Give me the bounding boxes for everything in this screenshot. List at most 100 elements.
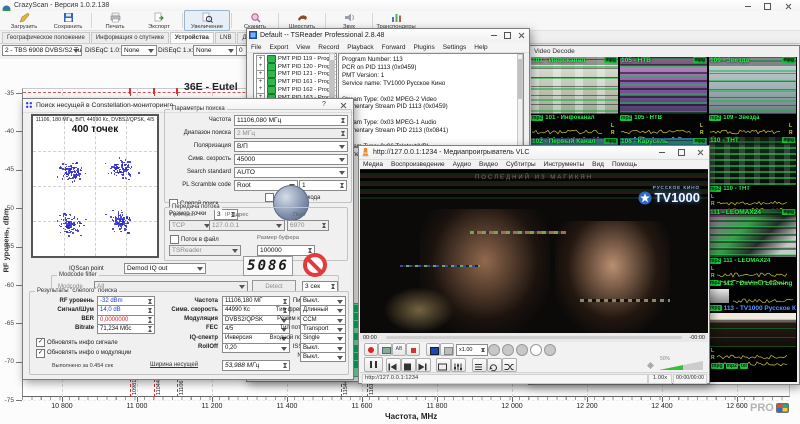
- menu-plugins[interactable]: Plugins: [409, 44, 438, 51]
- menu-export[interactable]: Export: [265, 44, 292, 51]
- dvd-nav-left-button[interactable]: [516, 344, 528, 356]
- vlc-status-rate[interactable]: 1.00x: [648, 374, 672, 384]
- decode-video-109[interactable]: [709, 57, 796, 114]
- toolbar-open-button[interactable]: Загрузить: [2, 11, 46, 30]
- update-info-checkbox[interactable]: ✓Обновлять инфо о модуляции: [36, 349, 131, 358]
- decode-video-105[interactable]: [620, 57, 707, 114]
- diseqc10-select[interactable]: None: [121, 45, 157, 56]
- shuffle-button[interactable]: [502, 358, 517, 372]
- vlc-menu-воспроизведение[interactable]: Воспроизведение: [387, 161, 449, 168]
- iqscan-select[interactable]: Demod IQ out: [124, 263, 206, 274]
- ab-loop-button[interactable]: AB: [392, 343, 406, 356]
- ip-select[interactable]: 127.0.0.1: [209, 220, 285, 231]
- toolbar-separator: [325, 13, 326, 28]
- menu-view[interactable]: View: [292, 44, 314, 51]
- tsreader-maximize-button[interactable]: [500, 29, 515, 41]
- param-select[interactable]: 45000: [234, 154, 348, 165]
- fullscreen-button[interactable]: [436, 358, 451, 372]
- param-label: Симв. скорость: [167, 156, 231, 162]
- vlc-maximize-button[interactable]: [674, 146, 689, 158]
- previous-button[interactable]: [386, 358, 401, 372]
- snapshot-button[interactable]: [378, 343, 392, 356]
- stop-playback-button[interactable]: [401, 358, 416, 372]
- toolbar-print-button[interactable]: Печать: [93, 11, 137, 30]
- toolbar-export-button[interactable]: Экспорт: [137, 11, 181, 30]
- vlc-menu-медиа[interactable]: Медиа: [359, 161, 387, 168]
- frame-button[interactable]: [406, 343, 420, 356]
- tsreader-app-icon: [249, 31, 257, 41]
- menu-settings[interactable]: Settings: [439, 44, 471, 51]
- toolbar-save-button[interactable]: Сохранить: [46, 11, 90, 30]
- teletext-button[interactable]: [440, 343, 454, 356]
- extended-settings-button[interactable]: [451, 358, 466, 372]
- vlc-menu-вид[interactable]: Вид: [588, 161, 608, 168]
- decode-audio-label: mp2105 - НТВ: [620, 115, 707, 122]
- y-tick-label: -65: [0, 320, 14, 327]
- pause-button[interactable]: [364, 357, 383, 372]
- next-button[interactable]: [416, 358, 431, 372]
- stream-to-file-checkbox[interactable]: Поток в файл: [170, 235, 219, 244]
- tab-устройства[interactable]: Устройства: [170, 32, 214, 43]
- menu-forward[interactable]: Forward: [378, 44, 410, 51]
- dvd-nav-down-button[interactable]: [502, 344, 514, 356]
- menu-record[interactable]: Record: [314, 44, 343, 51]
- tsreader-minimize-button[interactable]: [486, 29, 501, 41]
- loop-button[interactable]: [487, 358, 502, 372]
- menu-playback[interactable]: Playback: [343, 44, 377, 51]
- result-select[interactable]: Выкл.: [300, 352, 346, 363]
- volume-slider[interactable]: [659, 361, 703, 370]
- protocol-select[interactable]: TCP: [169, 220, 213, 231]
- dvd-nav-select-button[interactable]: [530, 344, 542, 356]
- param-select[interactable]: AUTO: [234, 167, 348, 178]
- record-button[interactable]: [364, 343, 378, 356]
- program-info-line: Stream Type: 0x02 MPEG-2 Video: [342, 96, 523, 104]
- menu-file[interactable]: File: [247, 44, 265, 51]
- crazyscan-title: CrazyScan - Версия 1.0.2.138: [14, 2, 109, 9]
- vlc-video[interactable]: ПОСЛЕДНИЙ ИЗ МАГИКЯН РУССКОЕ КИНО TV1000: [360, 169, 708, 333]
- screen: CrazyScan - Версия 1.0.2.138 ЗагрузитьСо…: [0, 0, 800, 424]
- result-label: RollOff: [144, 344, 218, 350]
- vlc-menu-аудио[interactable]: Аудио: [449, 161, 475, 168]
- vlc-close-button[interactable]: [693, 146, 708, 158]
- diseqc1x-select[interactable]: None: [193, 45, 237, 56]
- tuner-select[interactable]: 2 - TBS 6908 DVBS/S2 Tuner 0: [2, 45, 82, 56]
- menu-help[interactable]: Help: [470, 44, 491, 51]
- tab-географическое-положение[interactable]: Географическое положение: [2, 32, 90, 43]
- vlc-menu-инструменты[interactable]: Инструменты: [540, 161, 589, 168]
- result-label: Bitrate: [32, 325, 94, 331]
- decode-audio-112[interactable]: mp2112 - DaVinci Learning: [709, 280, 796, 288]
- tab-lnb[interactable]: LNB: [215, 32, 237, 43]
- port-stepper[interactable]: 6970: [287, 220, 329, 231]
- vlc-menu-видео[interactable]: Видео: [475, 161, 502, 168]
- rate-stepper[interactable]: x1.00: [456, 344, 488, 356]
- tsreader-close-button[interactable]: [514, 29, 529, 41]
- vlc-status-time[interactable]: 00:00/00:00: [673, 374, 707, 384]
- buffer-target-select[interactable]: TSReader: [169, 245, 241, 256]
- decode-video-113[interactable]: [709, 313, 796, 347]
- tab-информация-о-спутнике[interactable]: Информация о спутнике: [91, 32, 169, 43]
- carrier-width-value: 53,988 МГц: [222, 360, 290, 371]
- playlist-button[interactable]: [472, 358, 487, 372]
- vlc-menu-помощь[interactable]: Помощь: [608, 161, 641, 168]
- seek-slider[interactable]: [386, 336, 682, 339]
- param-select[interactable]: В/П: [234, 141, 348, 152]
- dvd-nav-up-button[interactable]: [488, 344, 500, 356]
- vlc-minimize-button[interactable]: [654, 146, 669, 158]
- update-info-checkbox[interactable]: ✓Обновлять инфо сигнале: [36, 338, 118, 347]
- vlc-menu-субтитры[interactable]: Субтитры: [502, 161, 540, 168]
- program-info-line: Elementary Stream PID 1113 (0x0459): [342, 103, 523, 111]
- dvd-nav-right-button[interactable]: [544, 344, 556, 356]
- volume-mute-icon[interactable]: [647, 362, 654, 369]
- vlc-seek-row: 00:00 -00:00: [360, 333, 708, 342]
- dvd-menu-button[interactable]: [426, 343, 440, 356]
- decode-video-101[interactable]: [531, 57, 618, 114]
- buffer-size-stepper[interactable]: 100000: [257, 245, 315, 256]
- diseqc10-label: DiSEqC 1.0:: [85, 47, 121, 54]
- toolbar-zoom-button[interactable]: Увеличение: [184, 10, 230, 31]
- param-stepper[interactable]: 2 МГц: [234, 128, 348, 139]
- carrier-width-link[interactable]: Ширина несущей: [150, 362, 198, 368]
- pl-scramble-stepper[interactable]: 1: [299, 180, 347, 191]
- stop-button[interactable]: [303, 253, 327, 277]
- param-label: Диапазон поиска: [167, 130, 231, 136]
- param-stepper[interactable]: 11106,080 МГц: [234, 115, 348, 126]
